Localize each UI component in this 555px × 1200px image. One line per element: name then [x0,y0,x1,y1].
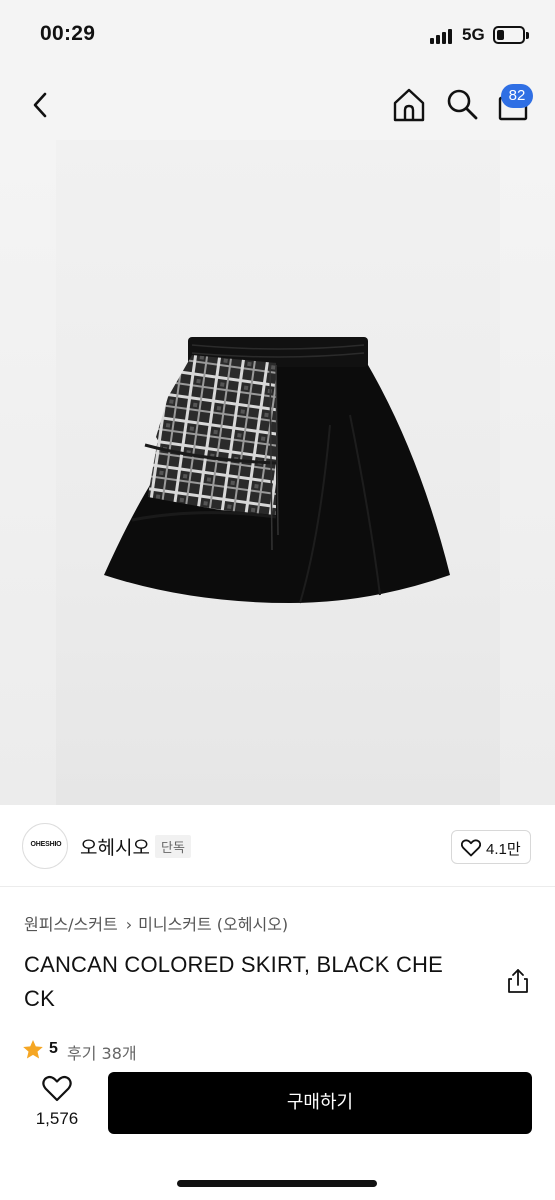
brand-row: OHESHIO 오헤시오 단독 4.1만 [0,805,555,887]
home-indicator [177,1180,377,1187]
buy-button[interactable]: 구매하기 [108,1072,532,1134]
chevron-right-icon: › [125,915,133,934]
review-count[interactable]: 후기 38개 [67,1040,137,1064]
wishlist-button[interactable]: 1,576 [22,1073,92,1137]
search-button[interactable] [444,86,480,122]
product-title-line-1: CANCAN COLORED SKIRT, BLACK CHE [24,952,444,977]
search-icon [447,89,478,120]
product-title-line-2: CK [24,986,55,1011]
heart-icon [461,839,481,857]
star-icon [23,1040,43,1059]
home-icon [393,88,425,122]
status-time: 00:29 [40,22,96,45]
back-button[interactable] [24,88,58,122]
rating-score: 5 [49,1040,58,1057]
brand-like-count: 4.1만 [486,841,521,858]
top-navigation [0,70,555,140]
brand-logo-text: OHESHIO [30,841,62,848]
share-button[interactable] [504,967,532,995]
skirt-image [104,337,450,604]
signal-icon [430,28,456,44]
product-title: CANCAN COLORED SKIRT, BLACK CHE CK [24,948,494,1016]
home-button[interactable] [390,86,428,124]
exclusive-badge: 단독 [155,835,191,858]
brand-name-link[interactable]: 오헤시오 [80,833,150,860]
wishlist-count: 1,576 [35,1109,79,1128]
breadcrumb: 원피스/스커트 › 미니스커트 (오헤시오) [24,911,288,935]
breadcrumb-subcategory[interactable]: 미니스커트 (오헤시오) [138,911,288,935]
breadcrumb-category[interactable]: 원피스/스커트 [24,911,118,935]
share-icon [508,969,528,993]
heart-icon [42,1075,72,1102]
product-image-area[interactable] [0,140,555,805]
network-type: 5G [462,25,485,44]
bottom-action-bar: 1,576 구매하기 [0,1063,555,1200]
brand-logo[interactable]: OHESHIO [22,823,68,869]
cart-count-badge: 82 [501,84,533,108]
chevron-left-icon [33,92,47,118]
battery-icon [493,26,529,44]
brand-like-button[interactable]: 4.1만 [451,830,531,864]
status-bar: 00:29 5G [0,0,555,70]
